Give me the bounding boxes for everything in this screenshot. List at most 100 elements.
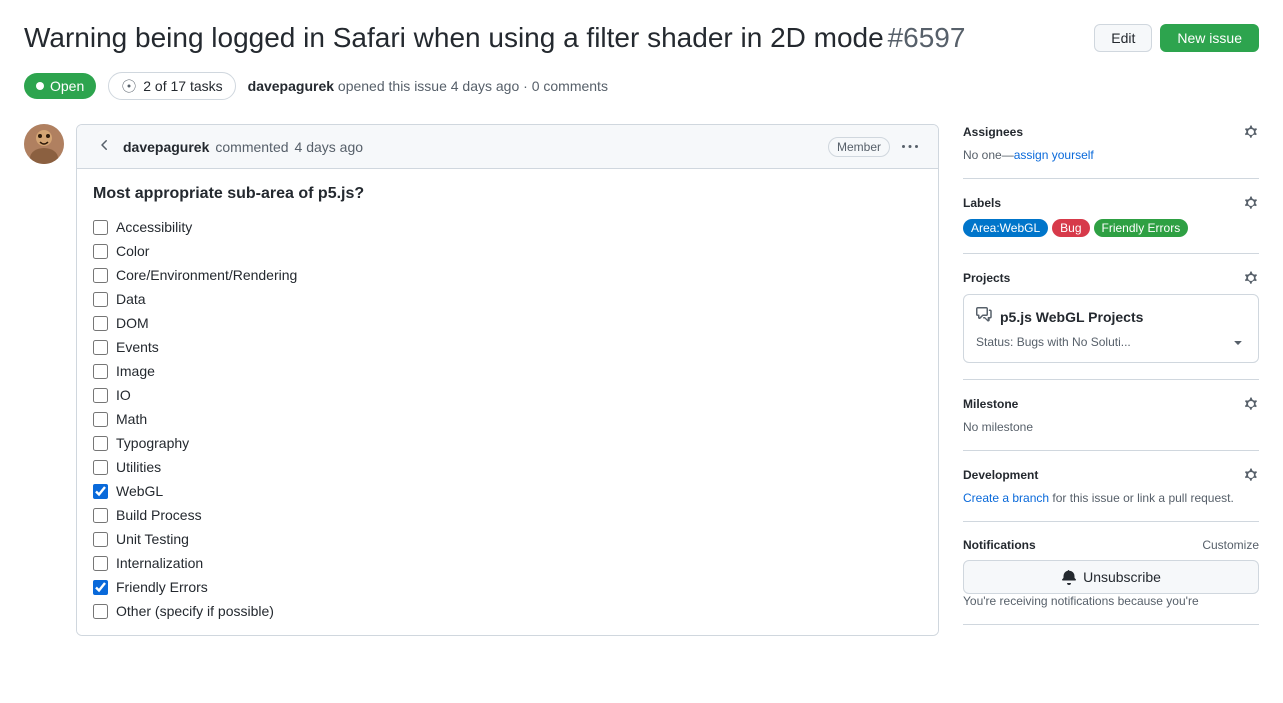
labels-list: Area:WebGLBug Friendly Errors xyxy=(963,219,1259,237)
development-gear-button[interactable] xyxy=(1243,467,1259,483)
customize-link[interactable]: Customize xyxy=(1202,538,1259,552)
checkbox-6[interactable] xyxy=(93,364,108,379)
assign-yourself-link[interactable]: assign yourself xyxy=(1014,148,1094,162)
checkbox-item: Friendly Errors xyxy=(93,579,922,595)
labels-gear-button[interactable] xyxy=(1243,195,1259,211)
checkbox-7[interactable] xyxy=(93,388,108,403)
milestone-title: Milestone xyxy=(963,397,1018,411)
new-issue-button[interactable]: New issue xyxy=(1160,24,1259,52)
bell-icon xyxy=(1061,569,1077,585)
checkbox-0[interactable] xyxy=(93,220,108,235)
checkbox-label: Utilities xyxy=(116,459,161,475)
tasks-icon xyxy=(121,78,137,94)
comment-action: commented xyxy=(215,139,288,155)
edit-button[interactable]: Edit xyxy=(1094,24,1152,52)
checkbox-11[interactable] xyxy=(93,484,108,499)
notifications-title: Notifications xyxy=(963,538,1036,552)
checkbox-2[interactable] xyxy=(93,268,108,283)
issue-body: davepagurek commented 4 days ago Member xyxy=(24,124,939,636)
checkbox-16[interactable] xyxy=(93,604,108,619)
checkbox-item: Events xyxy=(93,339,922,355)
project-status-dropdown[interactable] xyxy=(1230,334,1246,350)
checkbox-3[interactable] xyxy=(93,292,108,307)
project-status-text: Status: Bugs with No Soluti... xyxy=(976,335,1131,349)
checkbox-15[interactable] xyxy=(93,580,108,595)
tasks-text: 2 of 17 tasks xyxy=(143,78,222,94)
label-badge: Bug xyxy=(1052,219,1089,237)
assignees-value: No one—assign yourself xyxy=(963,148,1259,162)
tasks-badge[interactable]: 2 of 17 tasks xyxy=(108,72,235,100)
checkbox-label: WebGL xyxy=(116,483,163,499)
checkbox-item: WebGL xyxy=(93,483,922,499)
checkbox-13[interactable] xyxy=(93,532,108,547)
notifications-info: You're receiving notifications because y… xyxy=(963,594,1259,608)
checkbox-label: Math xyxy=(116,411,147,427)
avatar xyxy=(24,124,64,164)
checkbox-label: Build Process xyxy=(116,507,202,523)
projects-section: Projects p5.js WebGL Pr xyxy=(963,254,1259,380)
projects-gear-button[interactable] xyxy=(1243,270,1259,286)
unsubscribe-button[interactable]: Unsubscribe xyxy=(963,560,1259,594)
checkbox-label: Internalization xyxy=(116,555,203,571)
status-text: Open xyxy=(50,78,84,94)
checkbox-item: Data xyxy=(93,291,922,307)
label-badge: Friendly Errors xyxy=(1094,219,1189,237)
checkbox-list: Accessibility Color Core/Environment/Rende… xyxy=(93,219,922,619)
notifications-section: Notifications Customize Unsubscribe You'… xyxy=(963,522,1259,625)
checkbox-item: Unit Testing xyxy=(93,531,922,547)
checkbox-label: Image xyxy=(116,363,155,379)
status-dot-icon xyxy=(36,82,44,90)
checkbox-label: DOM xyxy=(116,315,149,331)
checkbox-item: Image xyxy=(93,363,922,379)
development-title: Development xyxy=(963,468,1038,482)
milestone-section: Milestone No milestone xyxy=(963,380,1259,451)
checkbox-14[interactable] xyxy=(93,556,108,571)
sidebar: Assignees No one—assign yourself Labels xyxy=(963,124,1259,636)
checkbox-8[interactable] xyxy=(93,412,108,427)
label-badge: Area:WebGL xyxy=(963,219,1048,237)
milestone-gear-button[interactable] xyxy=(1243,396,1259,412)
project-name: p5.js WebGL Projects xyxy=(1000,309,1143,325)
checkbox-label: Data xyxy=(116,291,146,307)
create-branch-link[interactable]: Create a branch xyxy=(963,491,1049,505)
checkbox-9[interactable] xyxy=(93,436,108,451)
comment-time: 4 days ago xyxy=(295,139,364,155)
checkbox-label: Accessibility xyxy=(116,219,192,235)
checkbox-label: Core/Environment/Rendering xyxy=(116,267,297,283)
development-value: Create a branch for this issue or link a… xyxy=(963,491,1259,505)
checkbox-item: Build Process xyxy=(93,507,922,523)
unsubscribe-label: Unsubscribe xyxy=(1083,569,1161,585)
checkbox-item: Math xyxy=(93,411,922,427)
assignees-section: Assignees No one—assign yourself xyxy=(963,124,1259,179)
milestone-value: No milestone xyxy=(963,420,1259,434)
assignees-title: Assignees xyxy=(963,125,1023,139)
issue-number: #6597 xyxy=(888,22,966,53)
checkbox-item: Core/Environment/Rendering xyxy=(93,267,922,283)
checkbox-item: Accessibility xyxy=(93,219,922,235)
checkbox-12[interactable] xyxy=(93,508,108,523)
more-options-button[interactable] xyxy=(898,135,922,159)
checkbox-1[interactable] xyxy=(93,244,108,259)
checkbox-label: Other (specify if possible) xyxy=(116,603,274,619)
checkbox-label: Unit Testing xyxy=(116,531,189,547)
comment-header: davepagurek commented 4 days ago Member xyxy=(77,125,938,169)
checkbox-item: Utilities xyxy=(93,459,922,475)
issue-title: Warning being logged in Safari when usin… xyxy=(24,22,884,53)
checkbox-label: Color xyxy=(116,243,149,259)
comment-question: Most appropriate sub-area of p5.js? xyxy=(93,185,922,203)
checkbox-4[interactable] xyxy=(93,316,108,331)
checkbox-item: Color xyxy=(93,243,922,259)
comment-author: davepagurek xyxy=(123,139,209,155)
checkbox-item: Other (specify if possible) xyxy=(93,603,922,619)
checkbox-10[interactable] xyxy=(93,460,108,475)
prev-button[interactable] xyxy=(93,133,117,160)
status-badge: Open xyxy=(24,73,96,99)
checkbox-label: Typography xyxy=(116,435,189,451)
checkbox-5[interactable] xyxy=(93,340,108,355)
checkbox-label: Events xyxy=(116,339,159,355)
labels-title: Labels xyxy=(963,196,1001,210)
assignees-gear-button[interactable] xyxy=(1243,124,1259,140)
checkbox-label: IO xyxy=(116,387,131,403)
checkbox-item: Typography xyxy=(93,435,922,451)
issue-author: davepagurek xyxy=(248,78,334,94)
